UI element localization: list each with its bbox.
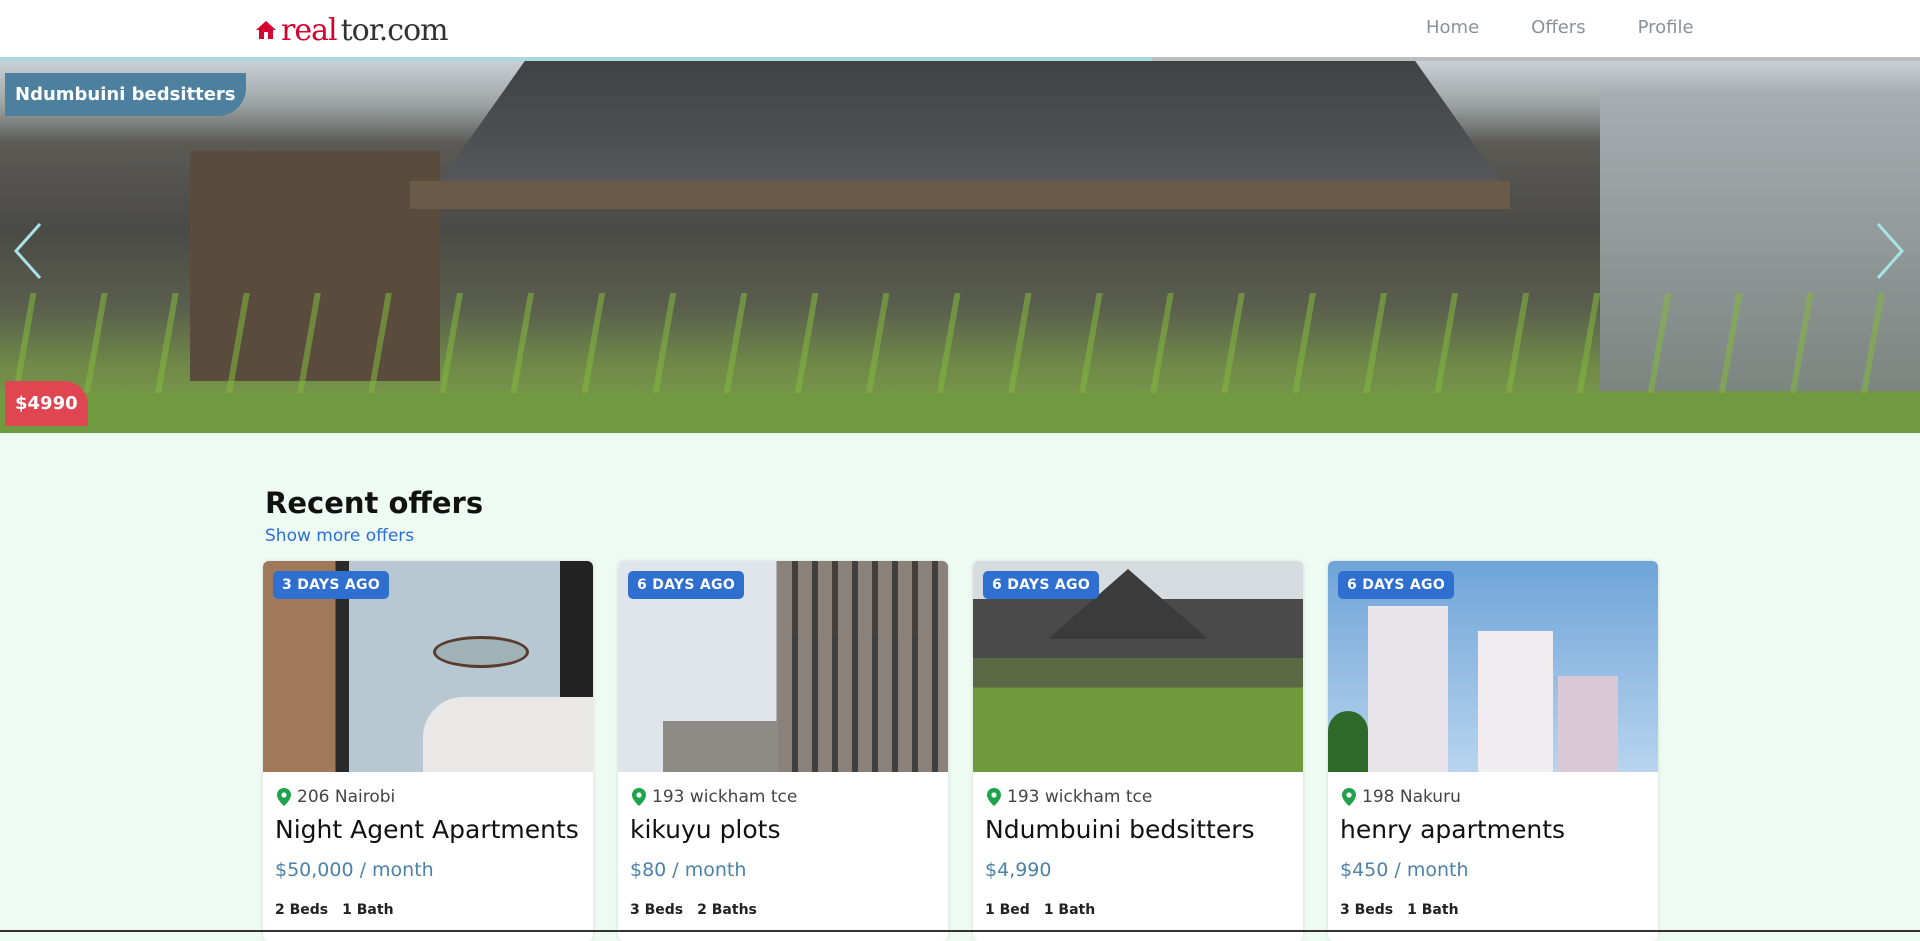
beds-count: 2 Beds [275,902,329,918]
beds-count: 1 Bed [985,902,1030,918]
offer-image: 3 DAYS AGO [263,561,593,772]
time-badge: 6 DAYS AGO [628,571,745,599]
offer-image: 6 DAYS AGO [618,561,948,772]
offer-name: kikuyu plots [630,815,781,844]
realtor-logo[interactable]: real tor.com [255,10,449,50]
location-pin-icon [277,788,291,806]
offer-card[interactable]: 6 DAYS AGO 193 wickham tce kikuyu plots … [618,561,948,941]
beds-count: 3 Beds [1340,902,1394,918]
offer-meta: 2 Beds 1 Bath [275,902,394,918]
offer-meta: 1 Bed 1 Bath [985,902,1095,918]
image-tree [1328,711,1368,772]
carousel-next-arrow-icon[interactable] [1870,216,1910,286]
offer-price: $450 / month [1340,859,1469,881]
offer-location: 198 Nakuru [1342,787,1461,807]
offer-price: $80 / month [630,859,747,881]
offer-meta: 3 Beds 2 Baths [630,902,757,918]
carousel-prev-arrow-icon[interactable] [8,216,48,286]
image-tower [778,561,948,772]
location-text: 198 Nakuru [1362,787,1461,807]
nav-links: Home Offers Profile [1400,14,1720,42]
offer-name: Night Agent Apartments [275,815,579,844]
offer-price: $4,990 [985,859,1052,881]
baths-count: 1 Bath [1043,902,1096,918]
location-text: 193 wickham tce [652,787,798,807]
hero-title-badge: Ndumbuini bedsitters [5,73,246,116]
top-navbar: real tor.com Home Offers Profile [0,0,1920,58]
offer-location: 193 wickham tce [987,787,1152,807]
offer-price: $50,000 / month [275,859,434,881]
beds-count: 3 Beds [630,902,684,918]
location-pin-icon [987,788,1001,806]
offer-meta: 3 Beds 1 Bath [1340,902,1459,918]
nav-offers-link[interactable]: Offers [1505,14,1611,42]
offer-location: 206 Nairobi [277,787,395,807]
image-low-building [663,721,778,772]
hero-carousel: Ndumbuini bedsitters $4990 [0,61,1920,433]
show-more-offers-link[interactable]: Show more offers [265,526,414,546]
nav-home-link[interactable]: Home [1400,14,1505,42]
baths-count: 1 Bath [342,902,394,918]
offer-location: 193 wickham tce [632,787,797,807]
time-badge: 3 DAYS AGO [273,571,390,599]
offer-name: Ndumbuini bedsitters [985,815,1255,844]
logo-text-dark: tor.com [340,12,449,48]
image-bed [423,697,593,772]
offer-card[interactable]: 6 DAYS AGO 193 wickham tce Ndumbuini bed… [973,561,1303,941]
offer-card[interactable]: 6 DAYS AGO 198 Nakuru henry apartments $… [1328,561,1658,941]
baths-count: 2 Baths [697,902,757,918]
image-table [433,636,529,668]
location-text: 193 wickham tce [1007,787,1153,807]
nav-profile-link[interactable]: Profile [1612,14,1720,42]
hero-image-lawn [0,393,1920,433]
offer-card[interactable]: 3 DAYS AGO 206 Nairobi Night Agent Apart… [263,561,593,941]
time-badge: 6 DAYS AGO [1338,571,1455,599]
location-pin-icon [1342,788,1356,806]
hero-image-roof [440,61,1500,181]
logo-text-red: real [281,12,338,48]
image-building [1478,631,1553,772]
image-building [1558,676,1618,772]
baths-count: 1 Bath [1407,902,1459,918]
hero-image-porch [410,181,1510,209]
image-building [1368,606,1448,772]
hero-price-badge: $4990 [5,381,88,426]
location-text: 206 Nairobi [297,787,396,807]
house-icon [256,21,276,39]
section-title: Recent offers [265,486,484,520]
location-pin-icon [632,788,646,806]
offer-image: 6 DAYS AGO [973,561,1303,772]
offer-image: 6 DAYS AGO [1328,561,1658,772]
time-badge: 6 DAYS AGO [983,571,1100,599]
offer-name: henry apartments [1340,815,1566,844]
